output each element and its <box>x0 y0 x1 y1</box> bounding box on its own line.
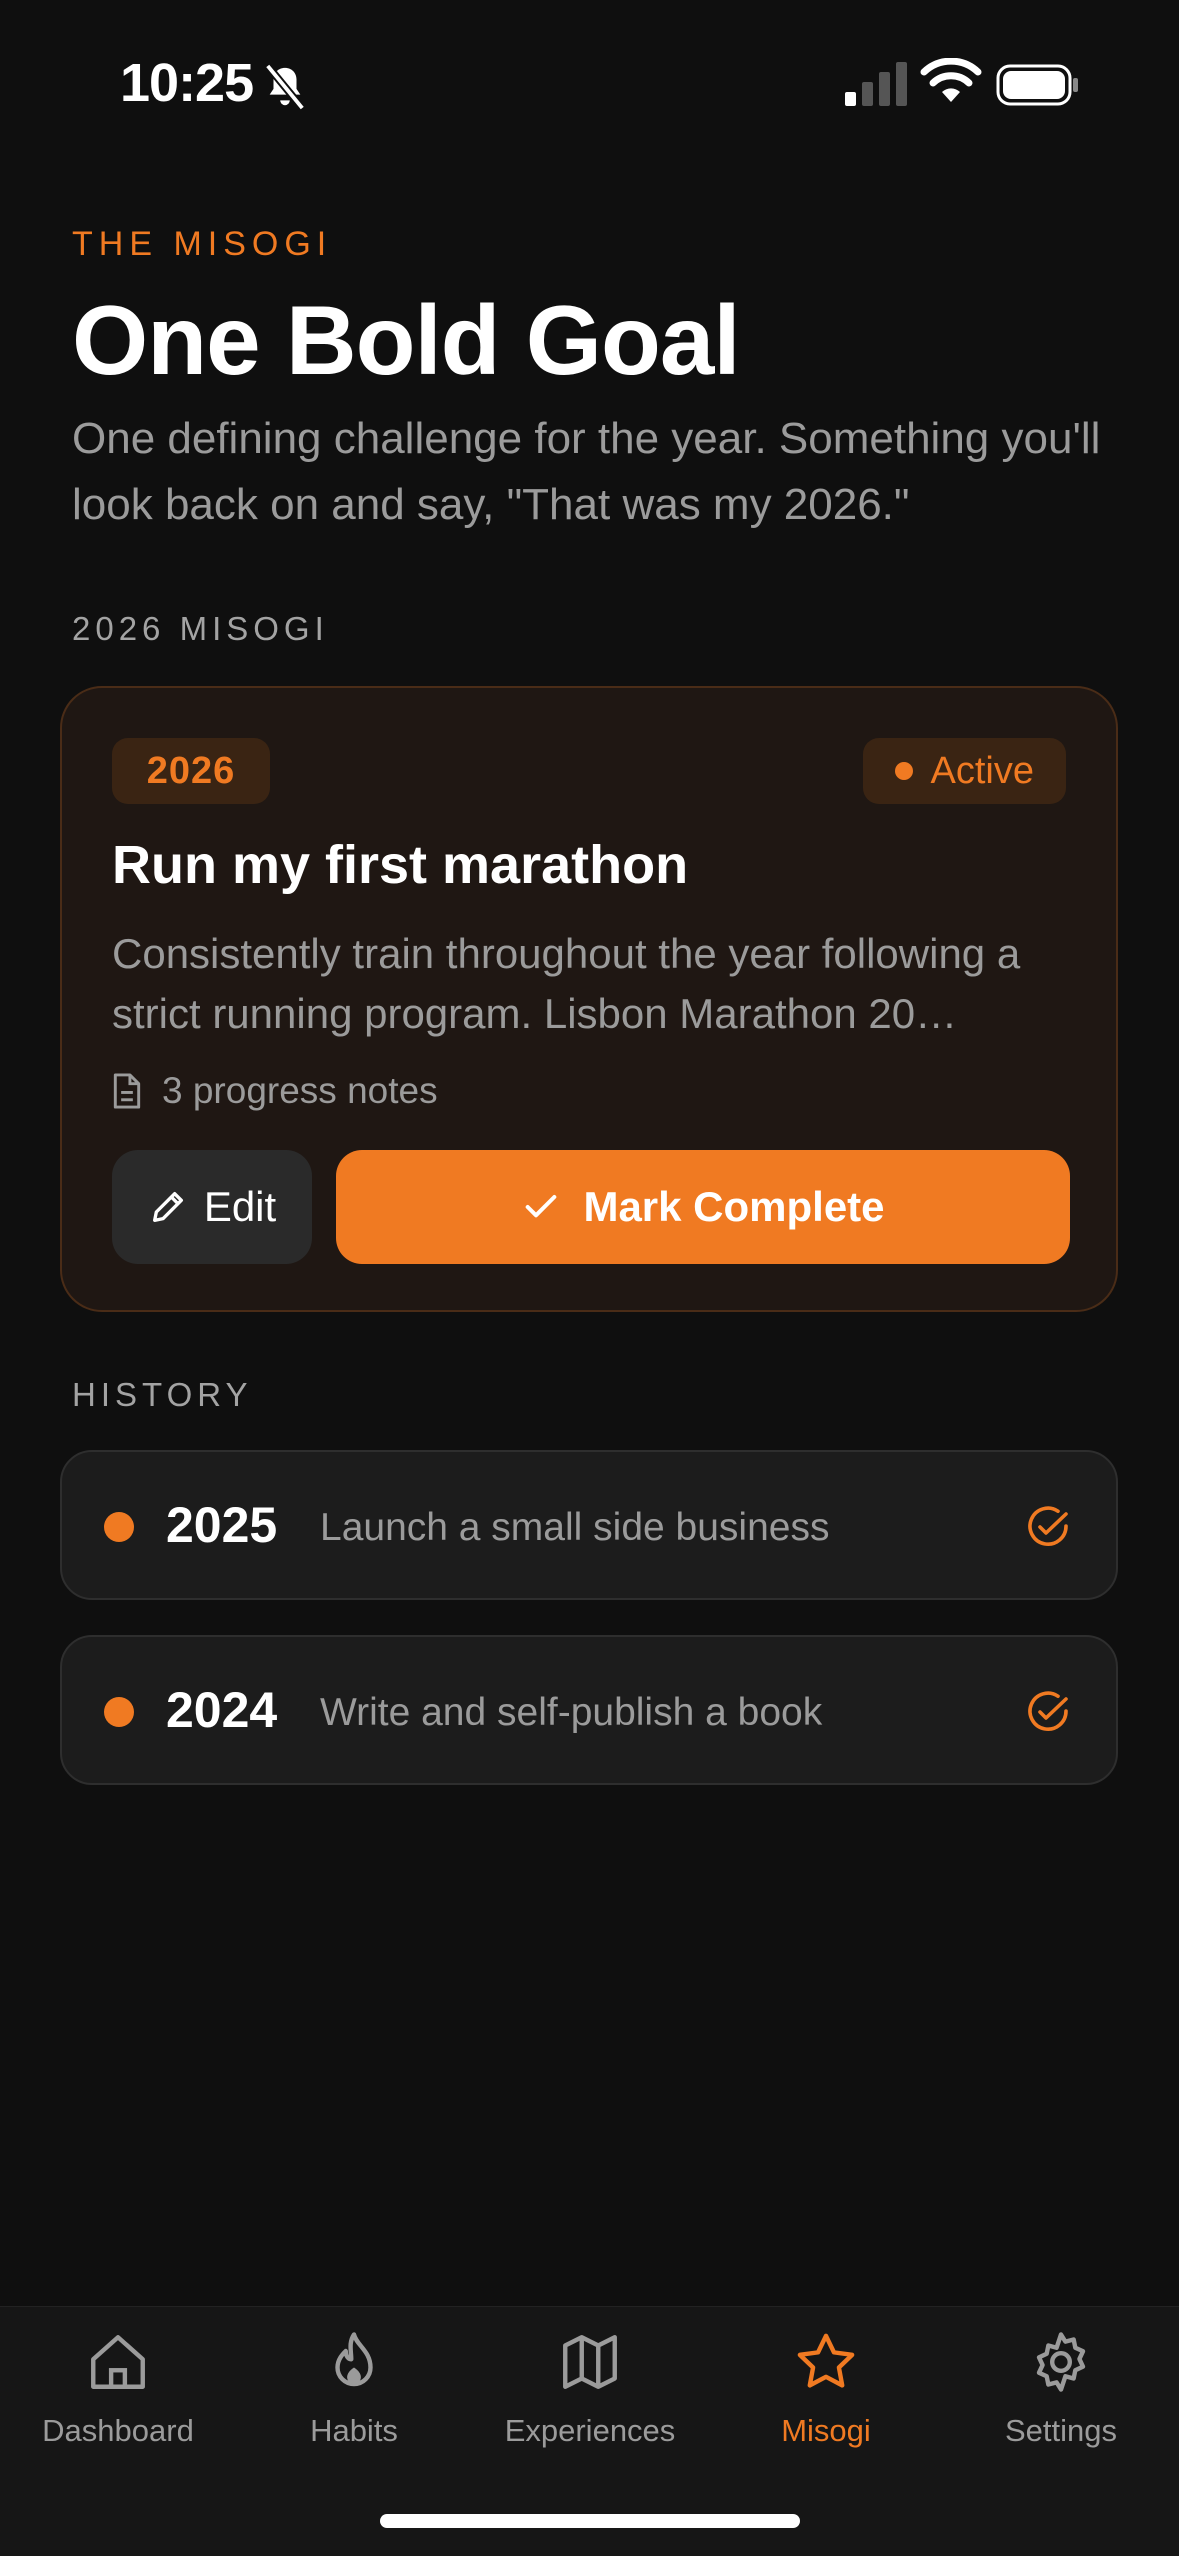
history-dot <box>104 1697 134 1727</box>
goal-description: Consistently train throughout the year f… <box>112 930 1021 1037</box>
status-bar: 10:25 <box>0 0 1179 170</box>
mark-complete-button[interactable]: Mark Complete <box>336 1150 1070 1264</box>
cellular-signal-icon <box>845 62 907 106</box>
tab-dashboard[interactable]: Dashboard <box>0 2329 236 2479</box>
history-dot <box>104 1512 134 1542</box>
home-icon <box>91 2335 145 2389</box>
goal-title: Run my first marathon <box>112 835 689 895</box>
tab-label: Dashboard <box>42 2413 194 2448</box>
check-circle-icon <box>1028 1506 1068 1546</box>
home-indicator[interactable] <box>380 2514 800 2528</box>
wifi-icon <box>920 58 982 102</box>
flame-icon <box>335 2332 373 2387</box>
tab-label: Misogi <box>781 2413 871 2448</box>
map-icon <box>563 2335 617 2389</box>
tab-settings[interactable]: Settings <box>943 2329 1179 2479</box>
pencil-icon <box>152 1192 183 1222</box>
history-goal: Write and self-publish a book <box>320 1691 823 1734</box>
page-subtitle: One defining challenge for the year. Som… <box>72 414 1101 529</box>
tab-label: Experiences <box>504 2413 676 2448</box>
tab-experiences[interactable]: Experiences <box>472 2329 708 2479</box>
history-year: 2025 <box>166 1497 278 1553</box>
gear-icon <box>1036 2332 1086 2392</box>
battery-icon <box>996 64 1078 106</box>
history-item[interactable]: 2025 Launch a small side business <box>60 1450 1118 1600</box>
check-icon <box>526 1195 557 1218</box>
tab-label: Settings <box>1004 2413 1117 2448</box>
mark-complete-label: Mark Complete <box>583 1183 885 1230</box>
tab-habits[interactable]: Habits <box>236 2329 472 2479</box>
history-section-label: HISTORY <box>72 1376 253 1413</box>
tab-label: Habits <box>310 2413 398 2448</box>
status-dot <box>894 762 913 780</box>
progress-notes-row[interactable]: 3 progress notes <box>112 1070 438 1112</box>
status-badge: Active <box>862 738 1066 804</box>
history-year: 2024 <box>166 1682 278 1738</box>
document-icon <box>113 1073 141 1109</box>
bell-muted-icon <box>264 63 306 111</box>
history-goal: Launch a small side business <box>320 1506 830 1549</box>
star-icon <box>797 2333 855 2388</box>
page-title: One Bold Goal <box>72 285 741 395</box>
active-misogi-card[interactable]: 2026 Active Run my first marathon Consis… <box>60 686 1118 1312</box>
edit-button[interactable]: Edit <box>112 1150 312 1264</box>
year-badge: 2026 <box>112 738 270 804</box>
edit-button-label: Edit <box>203 1183 277 1230</box>
current-section-label: 2026 MISOGI <box>72 610 329 647</box>
status-label: Active <box>930 749 1034 792</box>
check-circle-icon <box>1028 1691 1068 1731</box>
progress-notes-count: 3 progress notes <box>162 1070 438 1111</box>
eyebrow-label: THE MISOGI <box>72 225 333 263</box>
history-item[interactable]: 2024 Write and self-publish a book <box>60 1635 1118 1785</box>
tab-misogi[interactable]: Misogi <box>708 2329 944 2479</box>
status-time: 10:25 <box>120 53 254 113</box>
